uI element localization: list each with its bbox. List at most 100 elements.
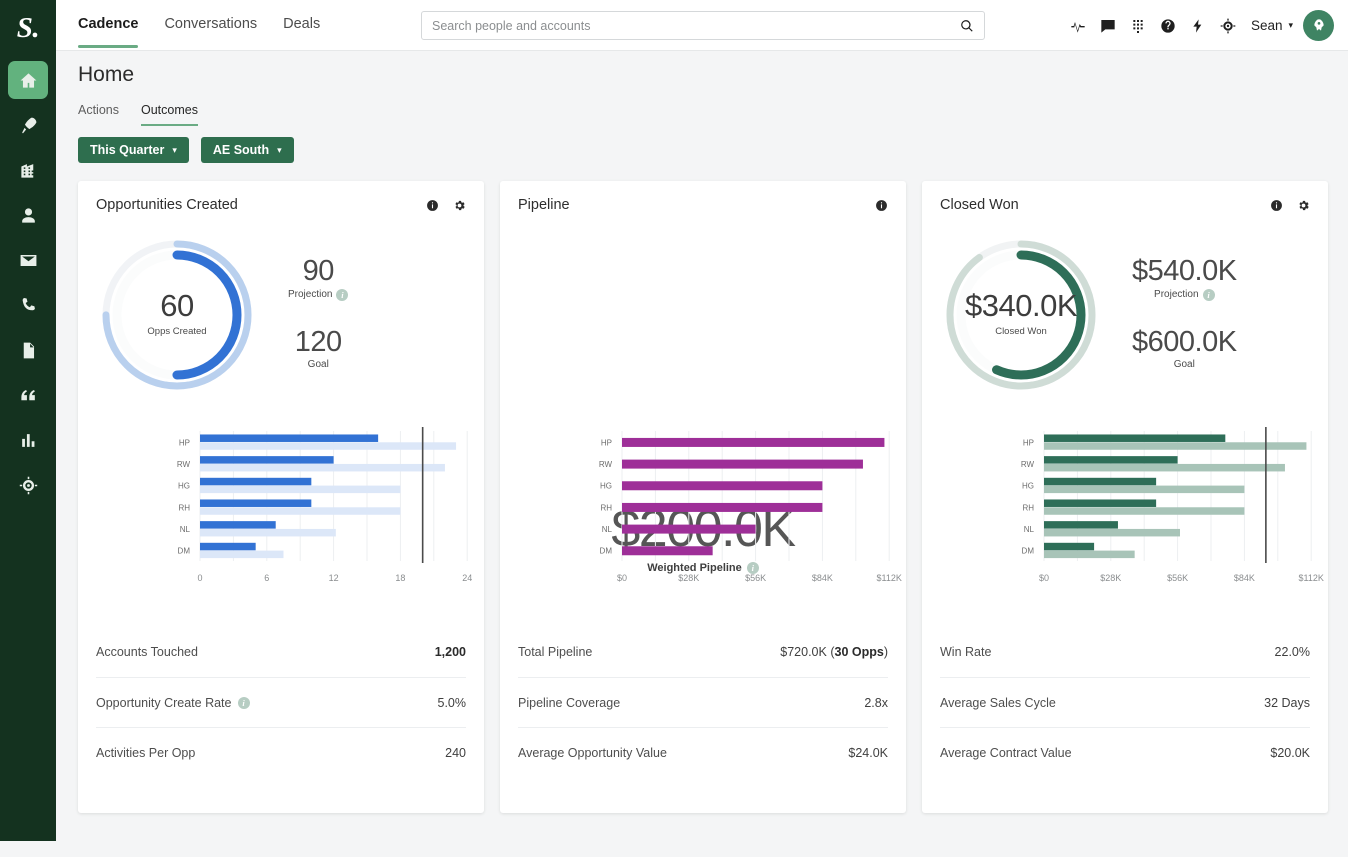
activity-icon[interactable] xyxy=(1063,11,1093,41)
donut-caption: Opps Created xyxy=(147,326,206,337)
sidebar-item-conversations[interactable] xyxy=(8,376,48,414)
target-icon[interactable] xyxy=(1213,11,1243,41)
app-logo[interactable]: S. xyxy=(0,2,56,54)
svg-text:$28K: $28K xyxy=(678,573,699,583)
svg-text:NL: NL xyxy=(1024,525,1035,534)
svg-text:$0: $0 xyxy=(617,573,627,583)
svg-text:NL: NL xyxy=(602,525,613,534)
dialpad-icon[interactable] xyxy=(1123,11,1153,41)
card-hero: $340.0KClosed Won$540.0KProjectioni$600.… xyxy=(922,225,1328,405)
sidebar-item-calls[interactable] xyxy=(8,286,48,324)
metric-label-text: Average Opportunity Value xyxy=(518,746,667,760)
bar-chart: HPRWHGRHNLDM$0$28K$56K$84K$112K$140K xyxy=(500,425,906,595)
primary-nav: Cadence Conversations Deals xyxy=(78,0,346,51)
sidebar-item-accounts[interactable] xyxy=(8,151,48,189)
sidebar-item-email[interactable] xyxy=(8,241,48,279)
card-header: Pipeline xyxy=(500,181,906,229)
metric-label: Win Rate xyxy=(940,645,991,659)
metric-value: 22.0% xyxy=(1275,645,1310,659)
metric-row: Average Opportunity Value $24.0K xyxy=(518,727,888,777)
info-icon[interactable]: i xyxy=(1203,289,1215,301)
metric-label: Activities Per Opp xyxy=(96,746,195,760)
bar-chart-icon xyxy=(19,431,38,450)
metric-row: Accounts Touched1,200 xyxy=(96,627,466,677)
sidebar-item-home[interactable] xyxy=(8,61,48,99)
svg-text:$56K: $56K xyxy=(1167,573,1188,583)
nav-tab-cadence[interactable]: Cadence xyxy=(78,0,138,51)
metric-label-text: Activities Per Opp xyxy=(96,746,195,760)
card-opportunities-created: Opportunities Created60Opps Created90Pro… xyxy=(78,181,484,813)
mail-icon xyxy=(19,251,38,270)
quote-icon xyxy=(19,386,38,405)
donut-gauge: 60Opps Created xyxy=(96,234,258,396)
metric-label: Accounts Touched xyxy=(96,645,198,659)
sidebar-item-reports[interactable] xyxy=(8,421,48,459)
avatar[interactable] xyxy=(1303,10,1334,41)
hero-stat-value: $540.0K xyxy=(1132,256,1237,288)
hero-stat-caption: Projectioni xyxy=(288,289,348,301)
bar-chart: HPRWHGRHNLDM0612182430 xyxy=(78,425,484,595)
metric-row: Opportunity Create Ratei5.0% xyxy=(96,677,466,727)
svg-text:0: 0 xyxy=(197,573,202,583)
search-icon[interactable] xyxy=(960,19,984,33)
user-name: Sean xyxy=(1251,18,1283,33)
info-icon[interactable] xyxy=(875,199,888,212)
search-box[interactable] xyxy=(421,11,985,40)
svg-text:DM: DM xyxy=(178,547,191,556)
svg-text:RW: RW xyxy=(177,460,191,469)
help-icon[interactable] xyxy=(1153,11,1183,41)
svg-text:RH: RH xyxy=(600,503,612,512)
metric-value: 5.0% xyxy=(438,696,467,710)
info-icon[interactable] xyxy=(1270,199,1283,212)
search-input[interactable] xyxy=(422,19,960,33)
filter-label: AE South xyxy=(213,143,269,157)
metrics-list: Accounts Touched1,200Opportunity Create … xyxy=(96,627,466,777)
metric-label-text: Accounts Touched xyxy=(96,645,198,659)
active-underline xyxy=(283,45,320,48)
page-title: Home xyxy=(78,63,134,87)
info-icon[interactable] xyxy=(426,199,439,212)
tab-actions[interactable]: Actions xyxy=(78,103,119,126)
metric-row: Average Sales Cycle32 Days xyxy=(940,677,1310,727)
gear-icon[interactable] xyxy=(453,199,466,212)
document-icon xyxy=(19,341,38,360)
metric-label-text: Total Pipeline xyxy=(518,645,592,659)
card-title: Pipeline xyxy=(518,197,570,213)
nav-tab-deals[interactable]: Deals xyxy=(283,0,320,51)
chat-icon[interactable] xyxy=(1093,11,1123,41)
svg-text:18: 18 xyxy=(395,573,405,583)
metric-label: Average Opportunity Value xyxy=(518,746,667,760)
target-icon xyxy=(19,476,38,495)
sidebar-item-people[interactable] xyxy=(8,196,48,234)
sidebar-item-targets[interactable] xyxy=(8,466,48,504)
svg-text:12: 12 xyxy=(329,573,339,583)
active-underline xyxy=(78,45,138,48)
sidebar-item-templates[interactable] xyxy=(8,331,48,369)
card-header: Closed Won xyxy=(922,181,1328,229)
phone-icon xyxy=(19,296,38,315)
tab-outcomes[interactable]: Outcomes xyxy=(141,103,198,126)
info-icon[interactable]: i xyxy=(336,289,348,301)
metric-value: $24.0K xyxy=(848,746,888,760)
user-menu[interactable]: Sean ▾ xyxy=(1251,18,1293,33)
gear-icon[interactable] xyxy=(1297,199,1310,212)
bar-chart: HPRWHGRHNLDM$0$28K$56K$84K$112K$140K xyxy=(922,425,1328,595)
card-hero: 60Opps Created90Projectioni120Goal xyxy=(78,225,484,405)
filter-ae-south[interactable]: AE South ▾ xyxy=(201,137,294,163)
filter-this-quarter[interactable]: This Quarter▾ xyxy=(78,137,189,163)
svg-text:$112K: $112K xyxy=(877,573,902,583)
info-icon[interactable]: i xyxy=(238,697,250,709)
filter-label: This Quarter xyxy=(90,143,164,157)
chevron-down-icon: ▾ xyxy=(277,145,282,156)
hero-stat-value: $600.0K xyxy=(1132,327,1237,359)
metric-label-text: Average Contract Value xyxy=(940,746,1072,760)
bolt-icon[interactable] xyxy=(1183,11,1213,41)
sidebar-item-rocket[interactable] xyxy=(8,106,48,144)
svg-text:NL: NL xyxy=(180,525,191,534)
hero-stat-value: 120 xyxy=(288,327,348,359)
active-underline xyxy=(164,45,257,48)
metric-row: Total Pipeline$720.0K (30 Opps) xyxy=(518,627,888,677)
metric-label-text: Win Rate xyxy=(940,645,991,659)
nav-tab-conversations[interactable]: Conversations xyxy=(164,0,257,51)
top-bar: Cadence Conversations Deals Sean ▾ xyxy=(56,0,1348,51)
